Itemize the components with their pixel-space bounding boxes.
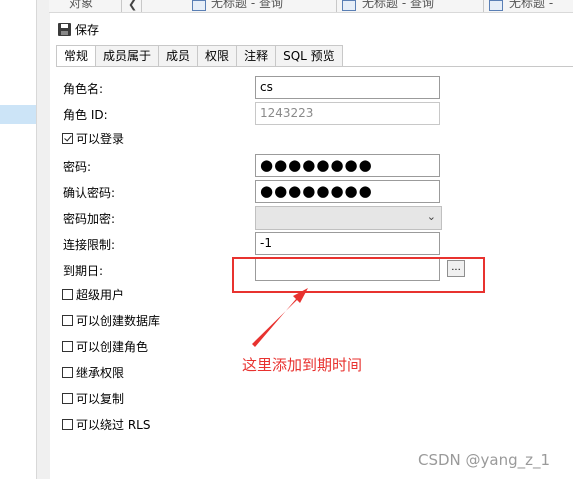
watermark: CSDN @yang_z_1: [418, 451, 551, 469]
annotation-arrow: [252, 288, 308, 347]
annotation-arrow-shape: [252, 288, 308, 347]
annotation-text: 这里添加到期时间: [242, 356, 363, 374]
